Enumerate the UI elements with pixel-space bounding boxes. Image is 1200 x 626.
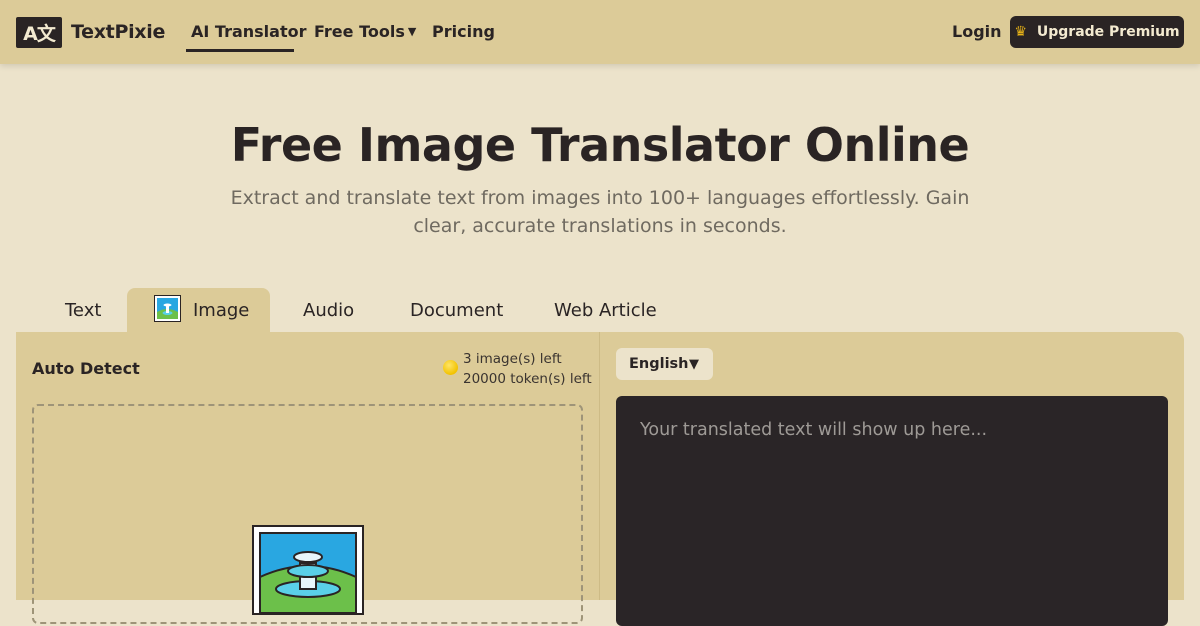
caret-down-icon: ▼ xyxy=(689,356,699,372)
tab-document[interactable]: Document xyxy=(410,300,503,321)
nav-free-tools[interactable]: Free Tools ▼ xyxy=(314,22,416,41)
output-placeholder: Your translated text will show up here..… xyxy=(640,420,988,440)
tab-image-label: Image xyxy=(193,300,250,321)
crown-icon: ♛ xyxy=(1014,24,1027,40)
nav-pricing[interactable]: Pricing xyxy=(432,22,495,41)
upload-illustration-graphic xyxy=(259,532,357,614)
image-icon-graphic xyxy=(157,298,178,319)
login-link[interactable]: Login xyxy=(952,22,1002,41)
page-subtitle: Extract and translate text from images i… xyxy=(230,187,970,237)
coin-icon xyxy=(443,360,458,375)
logo-text: TextPixie xyxy=(71,21,166,43)
tab-image[interactable]: Image xyxy=(127,288,270,334)
usage-quota: 3 image(s) left 20000 token(s) left xyxy=(463,349,592,389)
logo-mark: A文 xyxy=(16,16,62,48)
textpixie-logo[interactable]: A文 TextPixie xyxy=(16,16,165,48)
tab-web-article[interactable]: Web Article xyxy=(554,300,657,321)
upload-illustration-icon xyxy=(252,525,364,615)
caret-down-icon: ▼ xyxy=(407,25,417,38)
source-language-selector[interactable]: Auto Detect xyxy=(32,359,140,378)
image-icon xyxy=(154,295,181,322)
active-nav-underline xyxy=(186,49,294,52)
images-left-text: 3 image(s) left xyxy=(463,351,562,367)
upgrade-premium-button[interactable]: ♛ Upgrade Premium xyxy=(1010,16,1184,48)
target-language-dropdown[interactable]: English ▼ xyxy=(616,348,713,380)
page-title: Free Image Translator Online xyxy=(230,118,970,172)
tab-audio[interactable]: Audio xyxy=(303,300,354,321)
tab-text[interactable]: Text xyxy=(65,300,101,321)
top-navbar: A文 TextPixie AI Translator Free Tools ▼ P… xyxy=(0,0,1200,64)
nav-free-tools-label: Free Tools xyxy=(314,22,405,41)
translation-output[interactable]: Your translated text will show up here..… xyxy=(616,396,1168,626)
target-language-label: English xyxy=(629,356,689,372)
nav-ai-translator[interactable]: AI Translator xyxy=(191,22,306,41)
tokens-left-text: 20000 token(s) left xyxy=(463,371,592,387)
upgrade-premium-label: Upgrade Premium xyxy=(1036,24,1180,40)
